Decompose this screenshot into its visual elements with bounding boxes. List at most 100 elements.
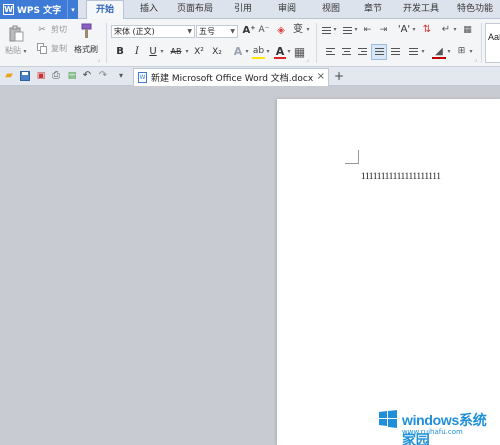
text-effect-icon[interactable]: A xyxy=(232,45,244,58)
shading-color-swatch xyxy=(432,57,446,59)
font-launcher-icon[interactable]: ⌟ xyxy=(306,57,309,63)
font-shrink-button[interactable]: A⁻ xyxy=(258,24,270,37)
tab-review[interactable]: 审阅 xyxy=(270,0,304,19)
paste-label: 粘贴 xyxy=(5,46,21,55)
font-size-select[interactable]: 五号 ▼ xyxy=(196,25,238,38)
document-tab[interactable]: W 新建 Microsoft Office Word 文档.docx × xyxy=(133,68,329,86)
bold-button[interactable]: B xyxy=(115,46,125,58)
font-color-swatch xyxy=(274,57,286,59)
save-icon[interactable] xyxy=(19,70,31,82)
tab-chapter[interactable]: 章节 xyxy=(356,0,390,19)
format-painter-label[interactable]: 格式刷 xyxy=(74,46,98,54)
tab-page-layout[interactable]: 页面布局 xyxy=(172,0,218,19)
document-page[interactable]: 11111111111111111111 xyxy=(277,99,500,445)
highlight-color-swatch xyxy=(252,57,265,59)
cut-icon[interactable]: ✂ xyxy=(36,24,48,36)
chevron-down-icon[interactable]: ▾ xyxy=(305,26,311,34)
open-folder-icon[interactable]: ▰ xyxy=(3,70,15,82)
chevron-down-icon[interactable]: ▾ xyxy=(420,48,426,56)
print-icon[interactable]: ⎙ xyxy=(50,70,62,82)
chevron-down-icon[interactable]: ▾ xyxy=(452,26,458,34)
watermark: windows系统家园 www.ruihafu.com xyxy=(372,404,500,445)
app-title: WPS 文字 xyxy=(17,6,62,16)
justify-button[interactable] xyxy=(371,44,387,60)
strikethrough-button[interactable]: AB xyxy=(168,46,184,58)
tab-insert[interactable]: 插入 xyxy=(132,0,166,19)
shading-icon[interactable]: ◢ xyxy=(432,44,446,59)
windows-logo-icon xyxy=(379,410,397,428)
clipboard-launcher-icon[interactable]: ⌟ xyxy=(97,57,100,63)
paste-button[interactable]: 粘贴 ▾ xyxy=(5,47,27,55)
export-pdf-icon[interactable]: ▣ xyxy=(35,70,47,82)
undo-icon[interactable]: ↶ xyxy=(81,70,93,82)
paste-icon[interactable] xyxy=(6,24,26,42)
align-right-icon[interactable] xyxy=(357,47,367,57)
tab-view[interactable]: 视图 xyxy=(314,0,348,19)
distribute-icon[interactable] xyxy=(390,47,400,57)
separator xyxy=(316,23,317,63)
tab-references[interactable]: 引用 xyxy=(226,0,260,19)
border-icon[interactable]: ⊞ xyxy=(455,45,468,58)
print-preview-icon[interactable]: ▤ xyxy=(66,70,78,82)
align-left-icon[interactable] xyxy=(325,47,335,57)
font-name-select[interactable]: 宋体 (正文) ▼ xyxy=(111,25,195,38)
clear-format-icon[interactable]: ◈ xyxy=(276,24,286,37)
chevron-down-icon: ▼ xyxy=(187,28,192,35)
tab-developer[interactable]: 开发工具 xyxy=(398,0,444,19)
paragraph-launcher-icon[interactable]: ⌟ xyxy=(474,57,477,63)
chevron-down-icon[interactable]: ▾ xyxy=(265,48,271,56)
superscript-button[interactable]: X² xyxy=(192,46,206,58)
chevron-down-icon[interactable]: ▾ xyxy=(244,48,250,56)
bullet-list-icon[interactable] xyxy=(321,25,332,36)
document-body-text[interactable]: 11111111111111111111 xyxy=(361,171,441,181)
show-marks-icon[interactable]: ↵ xyxy=(440,23,452,37)
ribbon-toolbar: 粘贴 ▾ ✂ 剪切 复制 格式刷 ⌟ 宋体 (正文) ▼ 五号 ▼ A⁺ A⁻ ◈ … xyxy=(0,19,500,67)
chevron-down-icon: ▼ xyxy=(230,28,235,35)
chevron-down-icon[interactable]: ▾ xyxy=(159,48,165,56)
sort-icon[interactable]: ⇅ xyxy=(421,23,433,37)
document-icon: W xyxy=(138,72,147,83)
app-menu-dropdown-icon[interactable]: ▾ xyxy=(67,0,78,19)
increase-indent-icon[interactable]: ⇥ xyxy=(378,25,389,36)
align-center-icon[interactable] xyxy=(341,47,351,57)
document-workspace[interactable]: 11111111111111111111 xyxy=(0,87,500,445)
text-direction-icon[interactable]: 'A' xyxy=(397,23,411,37)
subscript-button[interactable]: X₂ xyxy=(210,46,224,58)
cut-label[interactable]: 剪切 xyxy=(51,26,67,34)
wps-logo-icon: W xyxy=(3,4,14,15)
watermark-url: www.ruihafu.com xyxy=(402,428,463,436)
table-icon[interactable]: ▦ xyxy=(461,24,474,37)
format-painter-icon[interactable] xyxy=(77,22,95,40)
tab-features[interactable]: 特色功能 xyxy=(450,0,500,19)
copy-icon[interactable] xyxy=(36,42,48,54)
tab-start[interactable]: 开始 xyxy=(86,0,124,20)
font-color-icon[interactable]: A xyxy=(274,44,286,59)
underline-button[interactable]: U xyxy=(148,46,158,58)
app-menu-button[interactable]: W WPS 文字 ▾ xyxy=(0,0,78,19)
numbered-list-icon[interactable] xyxy=(342,25,353,36)
style-preview-text: AaBb xyxy=(488,32,500,42)
font-name-value: 宋体 (正文) xyxy=(114,27,155,36)
copy-label[interactable]: 复制 xyxy=(51,45,67,53)
chevron-down-icon[interactable]: ▾ xyxy=(184,48,190,56)
redo-icon[interactable]: ↷ xyxy=(97,70,109,82)
chevron-down-icon[interactable]: ▾ xyxy=(446,48,452,56)
font-size-value: 五号 xyxy=(199,27,215,36)
italic-button[interactable]: I xyxy=(132,46,142,58)
phonetic-guide-button[interactable]: 变 xyxy=(291,23,305,37)
highlight-icon[interactable]: ab xyxy=(252,44,265,59)
chevron-down-icon[interactable]: ▾ xyxy=(353,26,359,34)
char-border-icon[interactable]: ▦ xyxy=(293,44,306,59)
chevron-down-icon[interactable]: ▾ xyxy=(332,26,338,34)
new-tab-icon[interactable]: + xyxy=(333,69,345,83)
style-preview[interactable]: AaBb xyxy=(485,23,500,63)
line-spacing-icon[interactable] xyxy=(408,47,418,57)
decrease-indent-icon[interactable]: ⇤ xyxy=(362,25,373,36)
chevron-down-icon[interactable]: ▾ xyxy=(411,26,417,34)
chevron-down-icon[interactable]: ▾ xyxy=(468,48,474,56)
chevron-down-icon[interactable]: ▾ xyxy=(286,48,292,56)
customize-menu-icon[interactable]: ▾ xyxy=(116,71,126,81)
font-grow-button[interactable]: A⁺ xyxy=(242,24,255,37)
margin-corner-mark xyxy=(345,150,359,164)
close-icon[interactable]: × xyxy=(317,71,325,82)
